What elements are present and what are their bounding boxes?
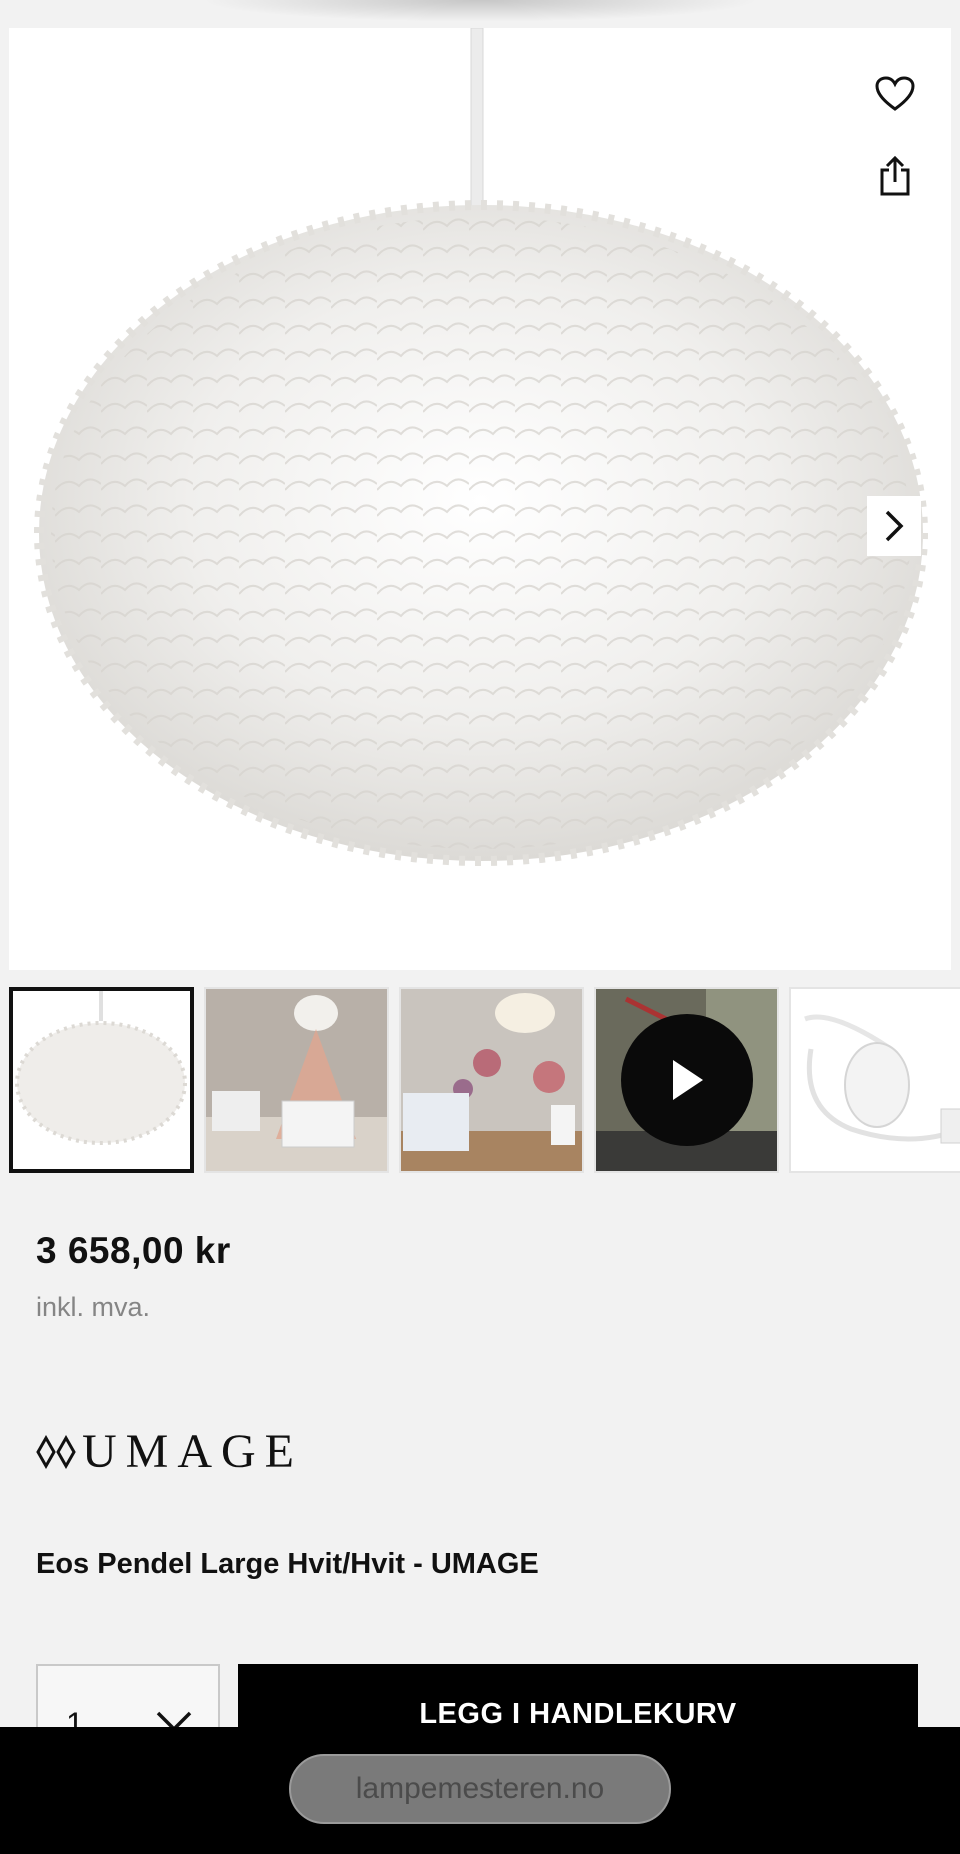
browser-bottom-bar: lampemesteren.no [0,1727,960,1854]
url-bar[interactable]: lampemesteren.no [289,1754,671,1824]
brand-logo[interactable]: UMAGE [36,1428,303,1476]
thumbnail-video[interactable] [594,987,779,1173]
favorite-button[interactable] [869,68,921,120]
product-title: Eos Pendel Large Hvit/Hvit - UMAGE [36,1548,539,1580]
product-image[interactable] [9,28,951,970]
chevron-right-icon [885,510,904,542]
url-text: lampemesteren.no [355,1772,605,1805]
heart-icon [875,76,915,111]
next-image-button[interactable] [867,496,921,556]
thumbnail-nursery-image [206,989,387,1171]
thumbnail-lamp[interactable] [9,987,194,1173]
thumbnail-cord-image [791,989,960,1171]
thumbnail-nursery-1[interactable] [204,987,389,1173]
thumbnail-strip [9,987,960,1173]
feather-lamp-image [34,28,928,866]
thumbnail-cord[interactable] [789,987,960,1173]
play-icon [673,1060,703,1100]
brand-name: UMAGE [82,1425,303,1478]
thumbnail-nursery-2[interactable] [399,987,584,1173]
umage-mark-icon [36,1435,76,1469]
play-button[interactable] [621,1014,753,1146]
product-price: 3 658,00 kr [36,1230,231,1271]
share-icon [880,156,910,196]
share-button[interactable] [869,150,921,202]
thumbnail-lamp-image [13,991,190,1169]
vat-note: inkl. mva. [36,1292,151,1322]
top-shadow [200,0,760,22]
thumbnail-nursery-image [401,989,582,1171]
